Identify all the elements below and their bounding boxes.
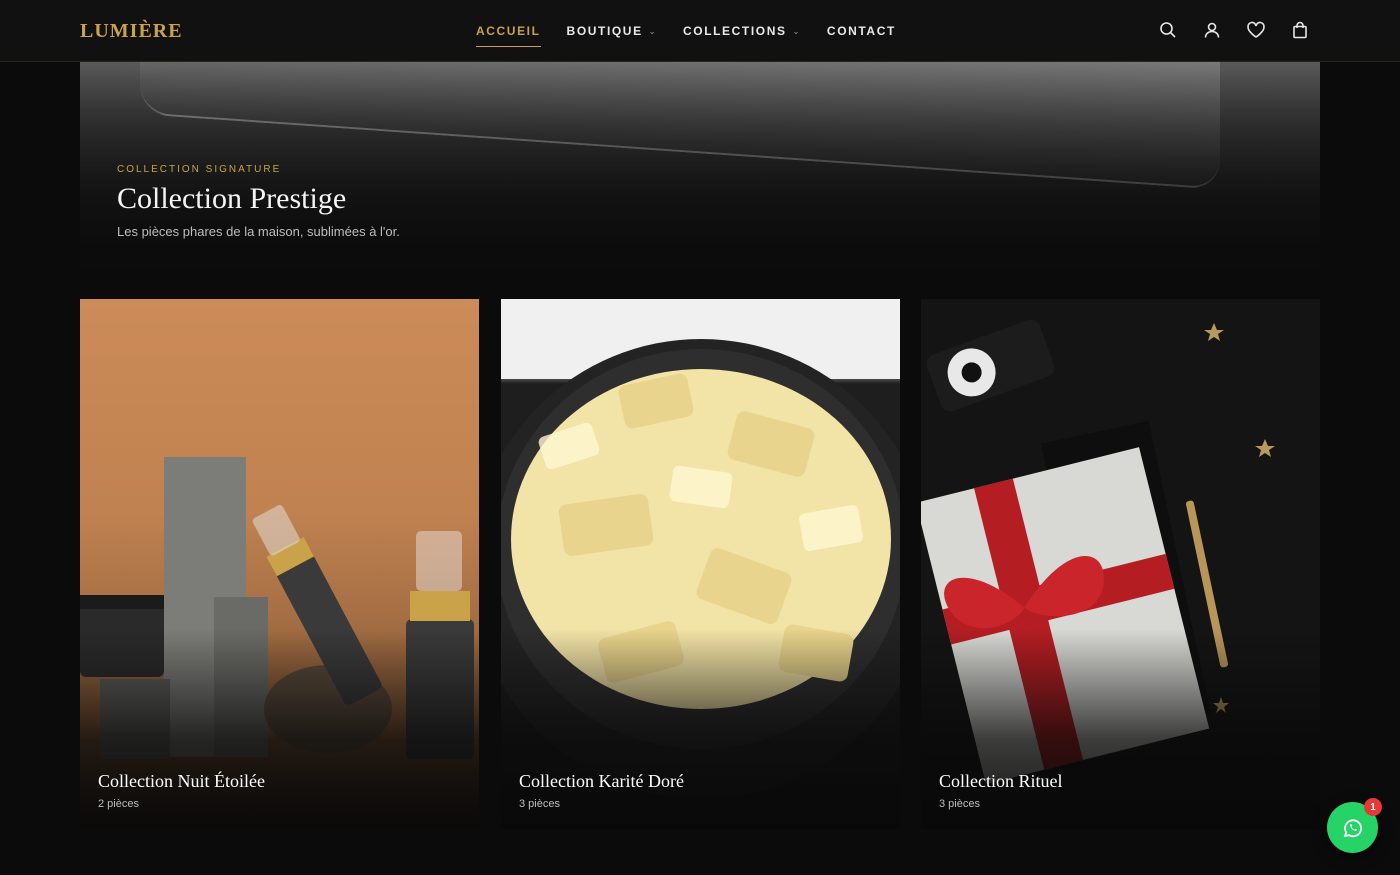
site-header: LUMIÈRE ACCUEIL BOUTIQUE ⌄ COLLECTIONS ⌄… <box>0 0 1400 62</box>
nav-collections[interactable]: COLLECTIONS ⌄ <box>683 0 801 62</box>
nav-contact[interactable]: CONTACT <box>827 0 896 62</box>
whatsapp-icon <box>1343 818 1362 837</box>
nav-boutique[interactable]: BOUTIQUE ⌄ <box>567 0 657 62</box>
nav-boutique-label: BOUTIQUE <box>566 24 643 38</box>
header-actions <box>1158 20 1310 40</box>
hero-subtitle: Les pièces phares de la maison, sublimée… <box>117 224 400 239</box>
brand-logo[interactable]: LUMIÈRE <box>80 20 183 43</box>
nav-accueil[interactable]: ACCUEIL <box>476 0 541 62</box>
search-icon[interactable] <box>1158 20 1178 40</box>
main-nav: ACCUEIL BOUTIQUE ⌄ COLLECTIONS ⌄ CONTACT <box>476 0 896 62</box>
collection-title: Collection Rituel <box>939 771 1063 791</box>
collection-count: 3 pièces <box>519 798 560 810</box>
nav-accueil-label: ACCUEIL <box>476 24 541 38</box>
collection-card-nuit-etoilee[interactable]: Collection Nuit Étoilée 2 pièces <box>80 299 479 829</box>
notification-badge: 1 <box>1364 798 1382 816</box>
collection-count: 3 pièces <box>939 798 980 810</box>
shopping-bag-icon[interactable] <box>1290 20 1310 40</box>
hero-banner[interactable]: COLLECTION SIGNATURE Collection Prestige… <box>80 62 1320 276</box>
chevron-down-icon: ⌄ <box>792 27 801 36</box>
collection-card-karite-dore[interactable]: Collection Karité Doré 3 pièces <box>501 299 900 829</box>
user-icon[interactable] <box>1202 20 1222 40</box>
collection-count: 2 pièces <box>98 798 139 810</box>
nav-collections-label: COLLECTIONS <box>683 24 787 38</box>
hero-eyebrow: COLLECTION SIGNATURE <box>117 164 282 175</box>
chevron-down-icon: ⌄ <box>648 27 657 36</box>
collection-card-rituel[interactable]: Collection Rituel 3 pièces <box>921 299 1320 829</box>
hero-title: Collection Prestige <box>117 182 347 215</box>
collection-title: Collection Karité Doré <box>519 771 684 791</box>
collection-title: Collection Nuit Étoilée <box>98 771 265 791</box>
nav-contact-label: CONTACT <box>826 24 896 38</box>
heart-icon[interactable] <box>1246 20 1266 40</box>
